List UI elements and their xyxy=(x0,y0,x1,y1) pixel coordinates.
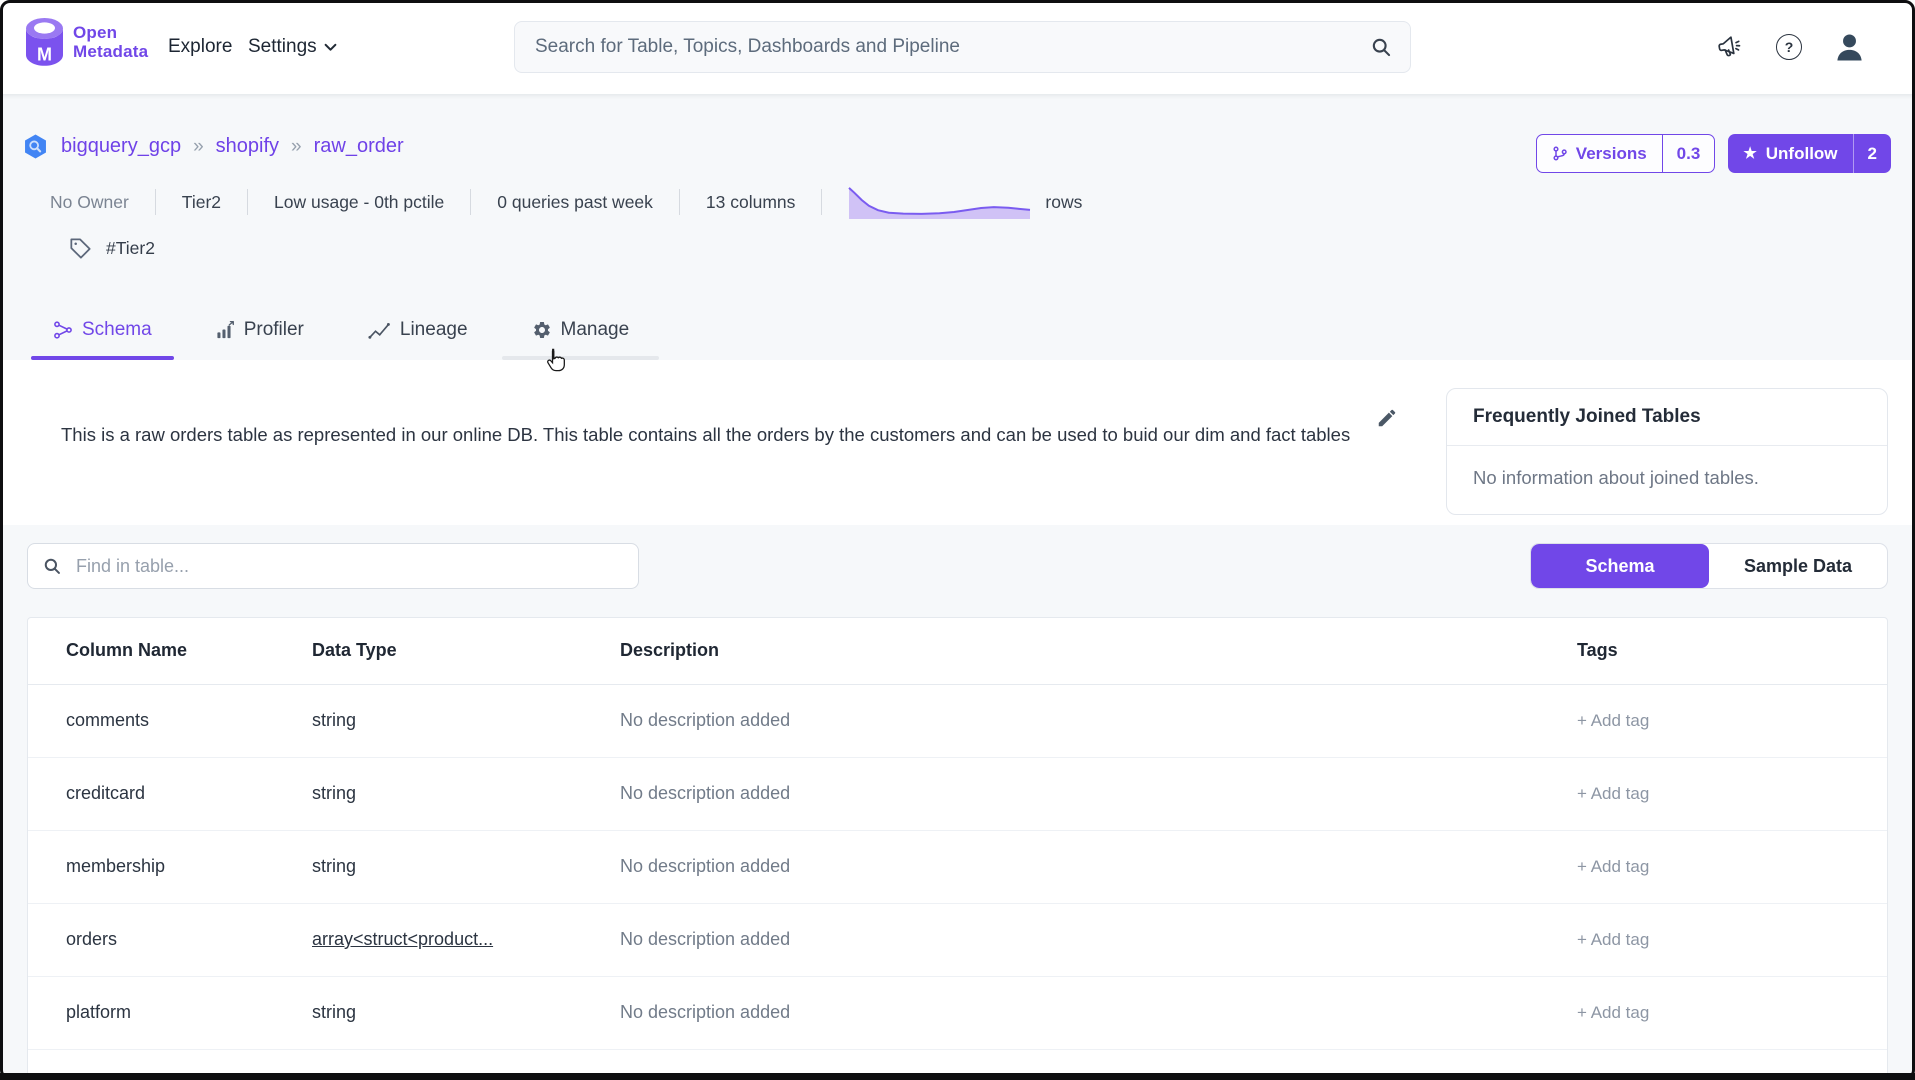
view-toggle: Schema Sample Data xyxy=(1530,543,1888,589)
top-navbar: M Open Metadata Explore Settings xyxy=(0,0,1915,94)
table-row: membership string No description added +… xyxy=(28,830,1887,903)
stat-tier: Tier2 xyxy=(182,192,221,213)
data-type-cell: string xyxy=(311,684,619,757)
rows-sparkline-chart xyxy=(848,184,1031,220)
sample-data-view-button[interactable]: Sample Data xyxy=(1709,544,1887,588)
description-header: Description xyxy=(619,618,1459,684)
find-in-table-input[interactable] xyxy=(74,555,623,578)
joined-tables-title: Frequently Joined Tables xyxy=(1447,389,1887,446)
data-type-value: string xyxy=(312,1002,356,1022)
data-type-cell: array<struct<product... xyxy=(311,903,619,976)
openmetadata-app: { "brand": { "line1": "Open", "line2": "… xyxy=(0,0,1915,1080)
tab-profiler[interactable]: Profiler xyxy=(194,300,326,360)
nav-explore[interactable]: Explore xyxy=(168,0,232,94)
star-icon: ★ xyxy=(1743,146,1756,161)
follower-count: 2 xyxy=(1853,134,1891,173)
version-number: 0.3 xyxy=(1662,135,1715,172)
breadcrumb-separator: » xyxy=(193,136,204,158)
description-cell: No description added xyxy=(619,684,1459,757)
frequently-joined-tables-card: Frequently Joined Tables No information … xyxy=(1446,388,1888,515)
find-search-icon xyxy=(43,557,62,576)
tab-lineage[interactable]: Lineage xyxy=(346,300,490,360)
global-search-input[interactable] xyxy=(533,35,1371,59)
svg-text:M: M xyxy=(37,45,52,65)
tags-header: Tags xyxy=(1459,618,1887,684)
data-type-cell: string xyxy=(311,757,619,830)
add-tag-button[interactable]: + Add tag xyxy=(1459,684,1887,757)
table-row: platform string No description added + A… xyxy=(28,976,1887,1049)
user-avatar[interactable] xyxy=(1833,31,1866,64)
bigquery-service-icon xyxy=(22,133,49,160)
table-stats-row: No Owner Tier2 Low usage - 0th pctile 0 … xyxy=(50,183,1082,221)
global-search xyxy=(514,21,1411,73)
app-logo[interactable]: M Open Metadata xyxy=(24,17,148,67)
schema-view-button[interactable]: Schema xyxy=(1531,544,1709,588)
stat-usage: Low usage - 0th pctile xyxy=(274,192,444,213)
find-in-table xyxy=(27,543,639,589)
versions-button[interactable]: Versions 0.3 xyxy=(1536,134,1716,173)
schema-table: Column Name Data Type Description Tags c… xyxy=(28,618,1887,1050)
column-name-header: Column Name xyxy=(28,618,311,684)
window-bottom-edge xyxy=(0,1073,1915,1080)
tier-tag[interactable]: #Tier2 xyxy=(68,236,155,261)
breadcrumb-service[interactable]: bigquery_gcp xyxy=(61,135,181,158)
lineage-icon xyxy=(368,321,391,340)
schema-table-header-row: Column Name Data Type Description Tags xyxy=(28,618,1887,684)
schema-icon xyxy=(53,320,73,340)
breadcrumb-separator: » xyxy=(291,136,302,158)
gear-icon xyxy=(532,320,552,340)
schema-table-body: comments string No description added + A… xyxy=(28,684,1887,1049)
header-actions: Versions 0.3 ★ Unfollow 2 xyxy=(1536,134,1891,173)
data-type-cell: string xyxy=(311,976,619,1049)
description-cell: No description added xyxy=(619,830,1459,903)
description-cell: No description added xyxy=(619,903,1459,976)
profiler-icon xyxy=(216,320,235,340)
add-tag-button[interactable]: + Add tag xyxy=(1459,830,1887,903)
add-tag-button[interactable]: + Add tag xyxy=(1459,976,1887,1049)
chevron-down-icon xyxy=(324,43,337,52)
table-row: creditcard string No description added +… xyxy=(28,757,1887,830)
breadcrumb-database[interactable]: shopify xyxy=(216,135,279,158)
description-cell: No description added xyxy=(619,757,1459,830)
openmetadata-logo-icon: M xyxy=(24,17,65,67)
table-description: This is a raw orders table as represente… xyxy=(61,419,1353,451)
data-type-cell: string xyxy=(311,830,619,903)
column-name-cell: creditcard xyxy=(28,757,311,830)
tag-label: #Tier2 xyxy=(106,238,155,259)
tab-manage[interactable]: Manage xyxy=(510,300,652,360)
joined-tables-empty-message: No information about joined tables. xyxy=(1447,446,1887,514)
brand-name: Open Metadata xyxy=(73,23,148,61)
edit-description-icon[interactable] xyxy=(1376,407,1398,429)
add-tag-button[interactable]: + Add tag xyxy=(1459,757,1887,830)
help-icon[interactable]: ? xyxy=(1776,34,1802,60)
schema-table-card: Column Name Data Type Description Tags c… xyxy=(27,617,1888,1080)
tag-icon xyxy=(68,236,93,261)
column-name-cell: comments xyxy=(28,684,311,757)
data-type-header: Data Type xyxy=(311,618,619,684)
stat-owner: No Owner xyxy=(50,192,129,213)
data-type-value: string xyxy=(312,856,356,876)
data-type-value: string xyxy=(312,783,356,803)
table-row: comments string No description added + A… xyxy=(28,684,1887,757)
nav-settings[interactable]: Settings xyxy=(248,0,337,94)
unfollow-button[interactable]: ★ Unfollow 2 xyxy=(1728,134,1891,173)
breadcrumb: bigquery_gcp » shopify » raw_order xyxy=(22,133,404,160)
tab-schema[interactable]: Schema xyxy=(31,300,174,360)
column-name-cell: orders xyxy=(28,903,311,976)
table-row: orders array<struct<product... No descri… xyxy=(28,903,1887,976)
breadcrumb-table[interactable]: raw_order xyxy=(314,135,404,158)
data-type-value: string xyxy=(312,710,356,730)
announcements-icon[interactable] xyxy=(1716,34,1743,61)
git-branch-icon xyxy=(1552,145,1568,162)
column-name-cell: platform xyxy=(28,976,311,1049)
data-type-value[interactable]: array<struct<product... xyxy=(312,929,493,949)
add-tag-button[interactable]: + Add tag xyxy=(1459,903,1887,976)
stat-queries: 0 queries past week xyxy=(497,192,653,213)
column-name-cell: membership xyxy=(28,830,311,903)
stat-columns: 13 columns xyxy=(706,192,796,213)
entity-tabs: Schema Profiler Lineage Manage xyxy=(31,300,651,360)
description-cell: No description added xyxy=(619,976,1459,1049)
search-icon[interactable] xyxy=(1371,37,1392,58)
stat-rows-label: rows xyxy=(1045,192,1082,213)
